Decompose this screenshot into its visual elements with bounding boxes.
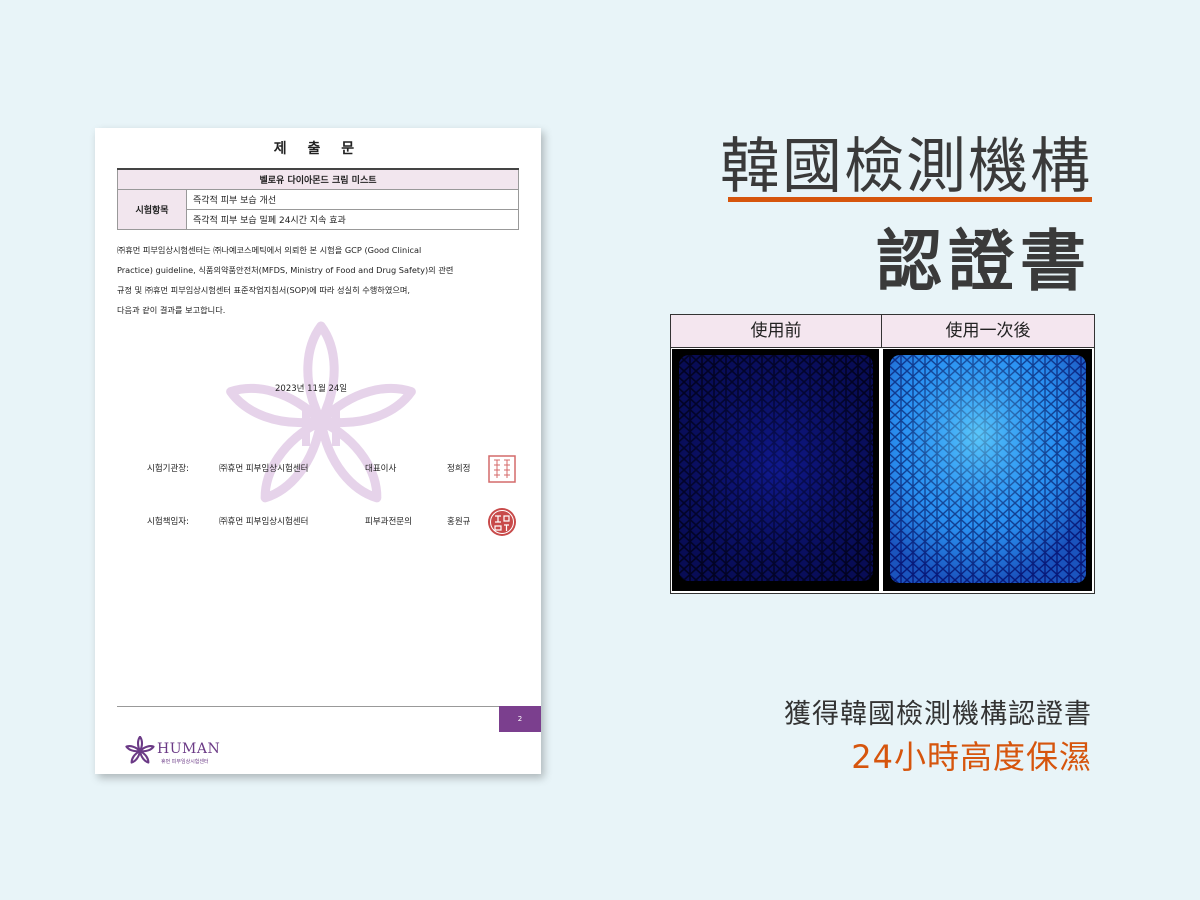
signature-role: 시험책임자:	[147, 517, 189, 527]
page-number: 2	[499, 706, 541, 732]
flower-watermark-icon	[226, 321, 416, 503]
human-logo: HUMAN 휴먼 피부임상시험센터	[125, 736, 265, 766]
signature-org: ㈜휴먼 피부임상시험센터	[219, 464, 309, 474]
document-title: 제 출 문	[273, 141, 363, 157]
body-line: ㈜휴먼 피부임상시험센터는 ㈜나예코스메틱에서 의뢰한 본 시험을 GCP (G…	[117, 245, 422, 255]
body-line: 규정 및 ㈜휴먼 피부임상시험센터 표준작업지침서(SOP)에 따라 성실히 수…	[117, 285, 411, 295]
test-item: 즉각적 피부 보습 밀폐 24시간 지속 효과	[186, 209, 519, 230]
test-item: 즉각적 피부 보습 개선	[186, 189, 519, 210]
caption-line-2: 24小時高度保濕	[851, 738, 1092, 776]
body-line: Practice) guideline, 식품의약품안전처(MFDS, Mini…	[117, 265, 454, 275]
square-seal-icon	[488, 455, 516, 483]
test-info-table: 벨로유 다이아몬드 크림 미스트 시험항목 즉각적 피부 보습 개선 즉각적 피…	[117, 168, 519, 230]
before-skin-image	[672, 349, 879, 591]
footer-divider	[117, 706, 521, 707]
signature-name: 홍원규	[447, 517, 471, 527]
before-label: 使用前	[671, 315, 882, 348]
test-item-label: 시험항목	[117, 189, 187, 230]
before-after-comparison: 使用前 使用一次後	[670, 314, 1095, 594]
round-seal-icon	[488, 508, 516, 536]
product-name: 벨로유 다이아몬드 크림 미스트	[117, 168, 519, 190]
heading-divider	[728, 197, 1092, 202]
signature-title: 대표이사	[365, 464, 397, 474]
heading-subtitle: 認證書	[876, 223, 1092, 300]
certificate-document: 제 출 문 벨로유 다이아몬드 크림 미스트 시험항목 즉각적 피부 보습 개선…	[95, 128, 541, 774]
body-line: 다음과 같이 결과를 보고합니다.	[117, 305, 226, 315]
signature-row: 시험책임자: ㈜휴먼 피부임상시험센터 피부과전문의 홍원규	[147, 507, 527, 536]
signature-title: 피부과전문의	[365, 517, 412, 527]
signature-name: 정희정	[447, 464, 471, 474]
signature-row: 시험기관장: ㈜휴먼 피부임상시험센터 대표이사 정희정	[147, 454, 527, 483]
logo-name: HUMAN	[157, 741, 221, 757]
document-body: ㈜휴먼 피부임상시험센터는 ㈜나예코스메틱에서 의뢰한 본 시험을 GCP (G…	[117, 240, 519, 320]
signature-role: 시험기관장:	[147, 464, 189, 474]
caption-line-1: 獲得韓國檢測機構認證書	[784, 699, 1092, 730]
heading-title: 韓國檢測機構	[720, 132, 1092, 202]
document-date: 2023년 11월 24일	[275, 384, 348, 394]
after-skin-image	[883, 349, 1092, 591]
after-label: 使用一次後	[882, 315, 1094, 348]
flower-logo-icon	[125, 736, 155, 764]
signature-org: ㈜휴먼 피부임상시험센터	[219, 517, 309, 527]
logo-subtitle: 휴먼 피부임상시험센터	[161, 759, 209, 765]
